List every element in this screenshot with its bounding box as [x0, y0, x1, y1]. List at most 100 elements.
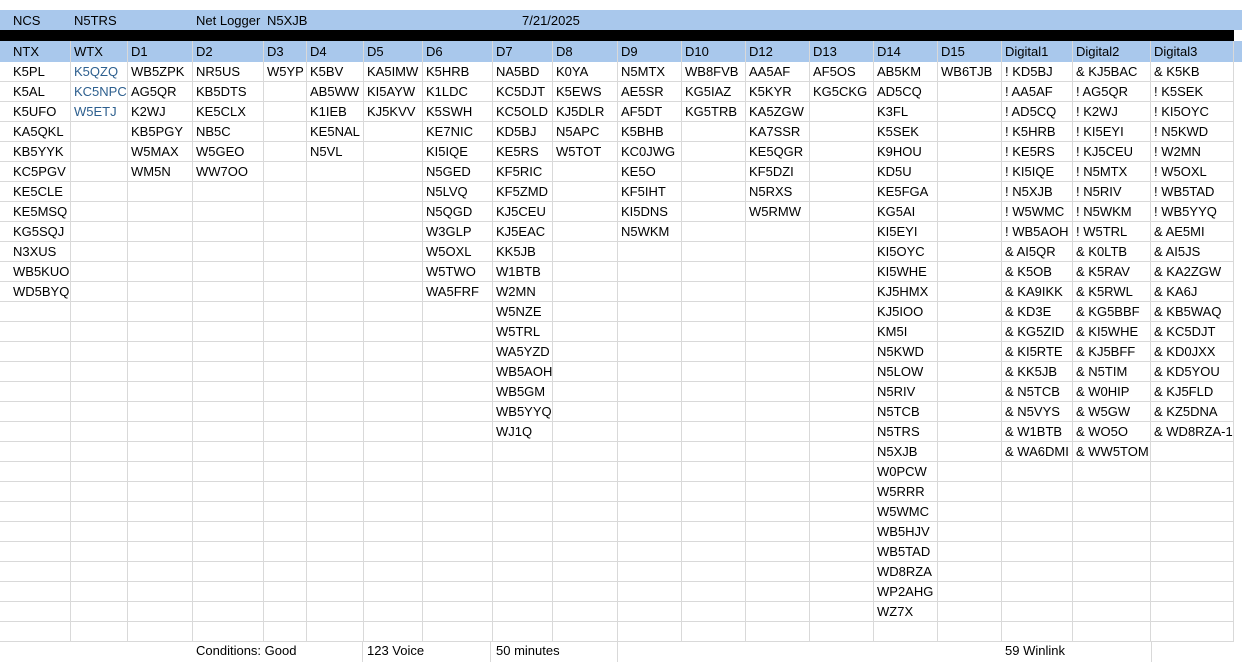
callsign-cell-d14[interactable]: KM5I: [874, 322, 938, 342]
callsign-cell-d10[interactable]: [682, 482, 746, 502]
callsign-cell-d3[interactable]: [264, 362, 307, 382]
callsign-cell-d14[interactable]: WB5HJV: [874, 522, 938, 542]
callsign-cell-digital1[interactable]: [1002, 562, 1073, 582]
callsign-cell-digital1[interactable]: & KG5ZID: [1002, 322, 1073, 342]
callsign-cell-d14[interactable]: AB5KM: [874, 62, 938, 82]
duration-cell[interactable]: 50 minutes: [493, 642, 618, 662]
callsign-cell-d3[interactable]: [264, 122, 307, 142]
callsign-cell-d1[interactable]: WM5N: [128, 162, 193, 182]
callsign-cell-d5[interactable]: KA5IMW: [364, 62, 423, 82]
net-logger-value[interactable]: N5XJB: [264, 10, 354, 30]
callsign-cell-d8[interactable]: [553, 602, 618, 622]
callsign-cell-d9[interactable]: [618, 342, 682, 362]
callsign-cell-d15[interactable]: [938, 302, 1002, 322]
callsign-cell-d13[interactable]: [810, 162, 874, 182]
net-logger-label[interactable]: Net Logger: [193, 10, 263, 30]
callsign-cell-d6[interactable]: [423, 462, 493, 482]
callsign-cell-digital1[interactable]: ! W5WMC: [1002, 202, 1073, 222]
callsign-cell-wtx[interactable]: KC5NPC: [71, 82, 128, 102]
callsign-cell-d14[interactable]: K3FL: [874, 102, 938, 122]
callsign-cell-d14[interactable]: KD5U: [874, 162, 938, 182]
callsign-cell-d7[interactable]: WB5AOH: [493, 362, 553, 382]
callsign-cell-d1[interactable]: [128, 562, 193, 582]
callsign-cell-d1[interactable]: [128, 422, 193, 442]
callsign-cell-d3[interactable]: [264, 402, 307, 422]
callsign-cell-d3[interactable]: [264, 282, 307, 302]
callsign-cell-wtx[interactable]: [71, 502, 128, 522]
callsign-cell-d14[interactable]: W5WMC: [874, 502, 938, 522]
callsign-cell-digital1[interactable]: [1002, 602, 1073, 622]
callsign-cell-wtx[interactable]: [71, 262, 128, 282]
callsign-cell-d10[interactable]: [682, 142, 746, 162]
column-header-d3[interactable]: D3: [264, 41, 307, 62]
callsign-cell-d5[interactable]: [364, 162, 423, 182]
callsign-cell-d8[interactable]: [553, 442, 618, 462]
callsign-cell-d9[interactable]: KI5DNS: [618, 202, 682, 222]
callsign-cell-d5[interactable]: [364, 342, 423, 362]
callsign-cell-d3[interactable]: [264, 242, 307, 262]
callsign-cell-d6[interactable]: [423, 362, 493, 382]
callsign-cell-d9[interactable]: KC0JWG: [618, 142, 682, 162]
callsign-cell-d15[interactable]: [938, 362, 1002, 382]
callsign-cell-d10[interactable]: [682, 322, 746, 342]
callsign-cell-d15[interactable]: [938, 142, 1002, 162]
callsign-cell-d2[interactable]: [193, 522, 264, 542]
callsign-cell-d6[interactable]: N5QGD: [423, 202, 493, 222]
callsign-cell-d6[interactable]: [423, 502, 493, 522]
callsign-cell-d13[interactable]: [810, 182, 874, 202]
callsign-cell-d12[interactable]: KF5DZI: [746, 162, 810, 182]
callsign-cell-d3[interactable]: [264, 382, 307, 402]
callsign-cell-ntx[interactable]: [10, 442, 71, 462]
callsign-cell-digital3[interactable]: & AE5MI: [1151, 222, 1234, 242]
callsign-cell-d10[interactable]: [682, 342, 746, 362]
callsign-cell-d7[interactable]: WB5YYQ: [493, 402, 553, 422]
callsign-cell-d3[interactable]: [264, 262, 307, 282]
callsign-cell-d10[interactable]: [682, 222, 746, 242]
callsign-cell-d10[interactable]: [682, 582, 746, 602]
callsign-cell-d4[interactable]: [307, 482, 364, 502]
callsign-cell-d1[interactable]: W5MAX: [128, 142, 193, 162]
callsign-cell-digital2[interactable]: [1073, 562, 1151, 582]
callsign-cell-d13[interactable]: [810, 442, 874, 462]
callsign-cell-d15[interactable]: [938, 202, 1002, 222]
callsign-cell-digital3[interactable]: & KC5DJT: [1151, 322, 1234, 342]
callsign-cell-d12[interactable]: [746, 262, 810, 282]
callsign-cell-d3[interactable]: [264, 482, 307, 502]
callsign-cell-d7[interactable]: W1BTB: [493, 262, 553, 282]
callsign-cell-digital2[interactable]: [1073, 582, 1151, 602]
callsign-cell-digital1[interactable]: & WA6DMI: [1002, 442, 1073, 462]
callsign-cell-d3[interactable]: [264, 562, 307, 582]
callsign-cell-d9[interactable]: [618, 242, 682, 262]
callsign-cell-ntx[interactable]: [10, 322, 71, 342]
callsign-cell-d3[interactable]: [264, 602, 307, 622]
callsign-cell-digital1[interactable]: & N5TCB: [1002, 382, 1073, 402]
callsign-cell-d15[interactable]: [938, 342, 1002, 362]
callsign-cell-d3[interactable]: [264, 582, 307, 602]
callsign-cell-digital3[interactable]: & WD8RZA-1: [1151, 422, 1234, 442]
callsign-cell-d6[interactable]: KE7NIC: [423, 122, 493, 142]
callsign-cell-d5[interactable]: KJ5KVV: [364, 102, 423, 122]
callsign-cell-d10[interactable]: [682, 182, 746, 202]
callsign-cell-d9[interactable]: [618, 482, 682, 502]
callsign-cell-d15[interactable]: [938, 562, 1002, 582]
column-header-digital3[interactable]: Digital3: [1151, 41, 1234, 62]
callsign-cell-digital2[interactable]: & N5TIM: [1073, 362, 1151, 382]
callsign-cell-ntx[interactable]: [10, 562, 71, 582]
callsign-cell-d13[interactable]: [810, 262, 874, 282]
callsign-cell-d13[interactable]: [810, 542, 874, 562]
callsign-cell-d14[interactable]: K5SEK: [874, 122, 938, 142]
callsign-cell-digital3[interactable]: [1151, 562, 1234, 582]
callsign-cell-d6[interactable]: [423, 542, 493, 562]
callsign-cell-d3[interactable]: [264, 522, 307, 542]
callsign-cell-d15[interactable]: WB6TJB: [938, 62, 1002, 82]
callsign-cell-d3[interactable]: [264, 102, 307, 122]
callsign-cell-digital1[interactable]: [1002, 622, 1073, 642]
callsign-cell-d1[interactable]: [128, 302, 193, 322]
callsign-cell-wtx[interactable]: [71, 482, 128, 502]
callsign-cell-d10[interactable]: KG5IAZ: [682, 82, 746, 102]
callsign-cell-d7[interactable]: [493, 442, 553, 462]
callsign-cell-d7[interactable]: KJ5EAC: [493, 222, 553, 242]
callsign-cell-d9[interactable]: [618, 542, 682, 562]
callsign-cell-d4[interactable]: K5BV: [307, 62, 364, 82]
callsign-cell-d7[interactable]: [493, 502, 553, 522]
